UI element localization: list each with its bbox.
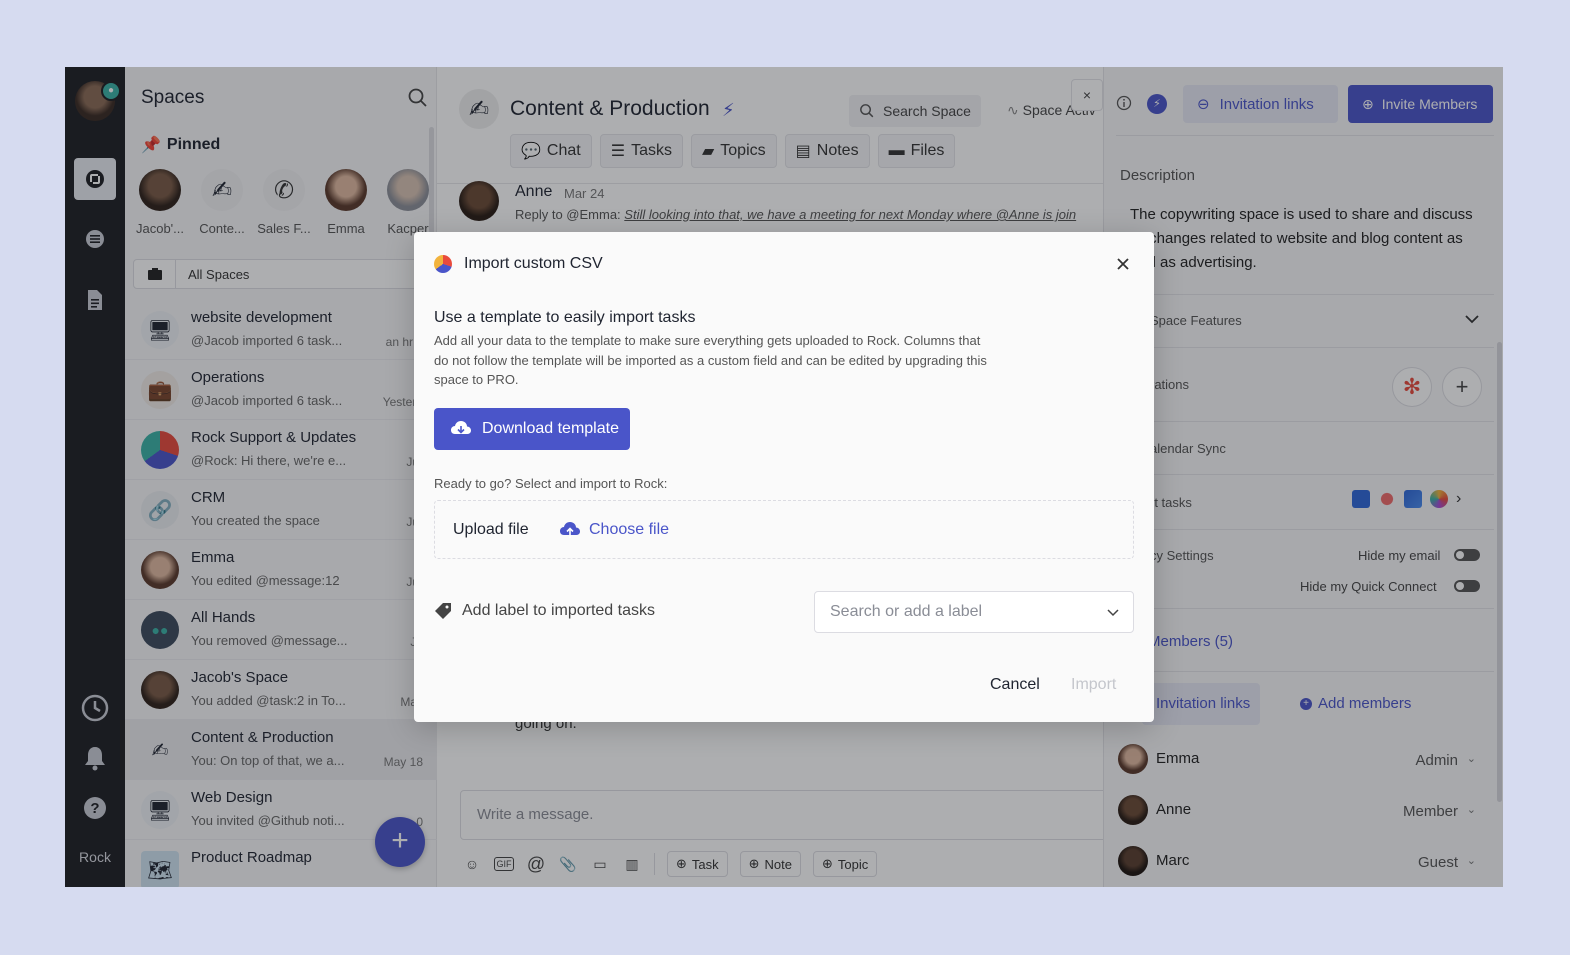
upload-dropzone[interactable]: Upload file Choose file — [434, 500, 1134, 559]
label-search-select[interactable]: Search or add a label — [814, 591, 1134, 633]
cloud-download-icon — [451, 421, 471, 434]
dialog-title: Import custom CSV — [464, 255, 603, 272]
choose-file-button[interactable]: Choose file — [559, 521, 669, 539]
import-button[interactable]: Import — [1071, 676, 1116, 694]
chevron-down-icon — [1107, 604, 1119, 622]
tag-icon — [435, 603, 451, 619]
cloud-upload-icon — [560, 522, 580, 538]
dialog-description: Add all your data to the template to mak… — [434, 333, 987, 387]
ready-text: Ready to go? Select and import to Rock: — [434, 476, 668, 491]
download-template-button[interactable]: Download template — [434, 408, 630, 450]
cancel-button[interactable]: Cancel — [990, 676, 1040, 694]
label-row: Add label to imported tasks — [434, 602, 655, 620]
upload-label: Upload file — [453, 521, 529, 538]
close-icon[interactable] — [1112, 253, 1134, 275]
dialog-heading: Use a template to easily import tasks — [434, 309, 696, 326]
rock-logo-icon — [434, 255, 452, 273]
import-csv-dialog: Import custom CSV Use a template to easi… — [414, 232, 1154, 722]
